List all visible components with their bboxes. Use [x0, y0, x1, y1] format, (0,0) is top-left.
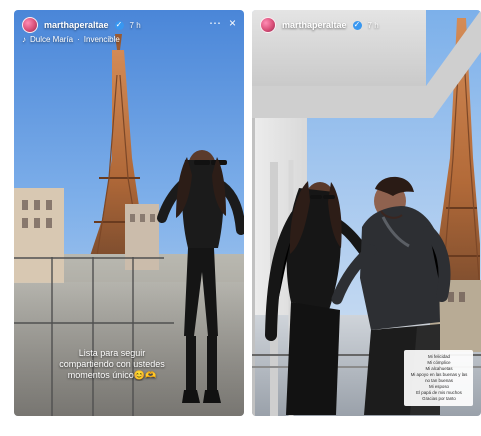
more-icon[interactable]: ⋯	[209, 17, 221, 29]
right-verified-icon: ✓	[352, 20, 362, 30]
close-icon[interactable]: ×	[229, 17, 236, 29]
left-caption-line-2: compartiendo con ustedes	[59, 359, 165, 369]
left-caption-line-3: momentos único😊🫶	[67, 370, 157, 380]
right-story-time: 7 h	[367, 20, 379, 30]
right-caption-line-8: Gracias por tanto	[422, 396, 456, 401]
left-music-separator: ·	[77, 35, 80, 44]
right-story-profile-row: marthaperaltae ✓ 7 h	[260, 17, 473, 33]
right-story-username[interactable]: marthaperaltae	[282, 20, 347, 30]
left-verified-icon: ✓	[114, 20, 124, 30]
left-story-time: 7 h	[129, 20, 141, 30]
left-music-artist: Invencible	[83, 35, 120, 44]
left-caption-line-1: Lista para seguir	[78, 348, 146, 358]
left-story-username[interactable]: marthaperaltae	[44, 20, 109, 30]
story-divider	[246, 0, 250, 436]
right-story-avatar[interactable]	[260, 17, 276, 33]
left-music-title: Dulce María	[30, 35, 74, 44]
left-music-row[interactable]: ♪ Dulce María · Invencible	[22, 35, 236, 44]
left-story-caption: Lista para seguir compartiendo con usted…	[42, 348, 182, 381]
left-story-profile-row: marthaperaltae ✓ 7 h	[22, 17, 236, 33]
left-story-panel: marthaperaltae ✓ 7 h ♪ Dulce María · Inv…	[14, 10, 244, 416]
left-music-icon: ♪	[22, 35, 26, 44]
story-screenshot-canvas: marthaperaltae ✓ 7 h ♪ Dulce María · Inv…	[0, 0, 481, 436]
right-story-header: marthaperaltae ✓ 7 h	[252, 10, 481, 52]
left-story-controls: ⋯ ×	[209, 17, 236, 29]
left-story-avatar[interactable]	[22, 17, 38, 33]
right-story-panel: marthaperaltae ✓ 7 h Mi felicidad Mi cóm…	[252, 10, 481, 416]
right-story-caption-box: Mi felicidad Mi cómplice Mi alcahuetas M…	[404, 350, 473, 406]
